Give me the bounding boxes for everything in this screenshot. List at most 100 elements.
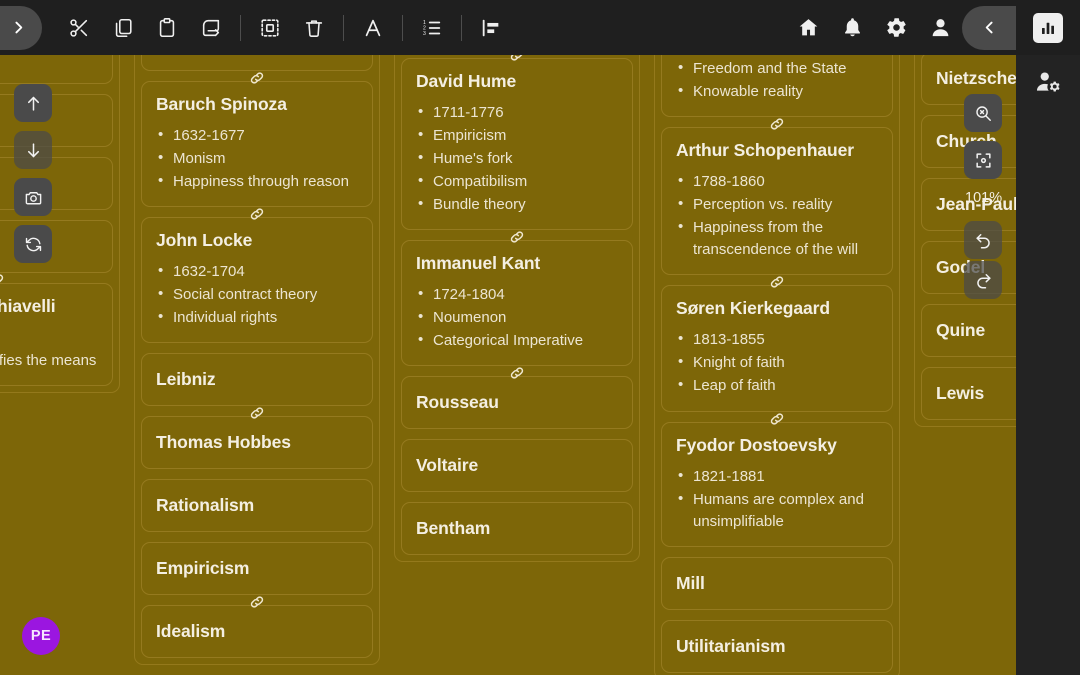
card[interactable]: Rousseau <box>401 376 633 429</box>
card-title: David Hume <box>416 71 618 92</box>
card[interactable]: Arthur Schopenhauer 1788-1860Perception v… <box>661 127 893 275</box>
card[interactable]: Lewis <box>921 367 1024 420</box>
card[interactable]: Utilitarianism <box>661 620 893 673</box>
link-icon[interactable] <box>248 593 266 611</box>
align-left-icon[interactable] <box>469 6 513 50</box>
card[interactable]: Søren Kierkegaard1813-1855Knight of fait… <box>661 285 893 411</box>
link-icon[interactable] <box>508 228 526 246</box>
card-title: Arthur Schopenhauer <box>676 140 878 161</box>
card-title: Voltaire <box>416 455 618 476</box>
card-bullet-item: Monism <box>156 148 358 170</box>
card-bullet-item: Empiricism <box>416 125 618 147</box>
card[interactable]: Niccolò Machiavelli1469-1527The end just… <box>0 283 113 386</box>
card-group[interactable]: Hegelian dialecticGeist: The Absolute Sp… <box>654 0 900 675</box>
board-canvas[interactable]: AquinasAnselmBoethiusAugustineNiccolò Ma… <box>0 0 1024 675</box>
app-root: AquinasAnselmBoethiusAugustineNiccolò Ma… <box>0 0 1080 675</box>
fit-to-screen-button[interactable] <box>964 141 1002 179</box>
link-icon[interactable] <box>768 410 786 428</box>
card[interactable]: Mill <box>661 557 893 610</box>
link-icon[interactable] <box>508 364 526 382</box>
card-bullet-list: 1788-1860Perception vs. realityHappiness… <box>676 171 878 261</box>
card-bullet-item: Noumenon <box>416 307 618 329</box>
card-bullet-list: 1821-1881Humans are complex and unsimpli… <box>676 466 878 533</box>
user-settings-icon <box>1035 69 1061 100</box>
card-bullet-item: Perception vs. reality <box>676 194 878 216</box>
select-all-icon[interactable] <box>248 6 292 50</box>
numbered-list-icon[interactable]: 123 <box>410 6 454 50</box>
card-title: Empiricism <box>156 558 358 579</box>
toolbar-format-group <box>351 6 395 50</box>
history-buttons <box>964 221 1002 299</box>
card-bullet-item: 1813-1855 <box>676 329 878 351</box>
card[interactable]: Thomas Hobbes <box>141 416 373 469</box>
card-title: Thomas Hobbes <box>156 432 358 453</box>
card[interactable]: Leibniz <box>141 353 373 406</box>
paste-icon[interactable] <box>145 6 189 50</box>
cut-icon[interactable] <box>57 6 101 50</box>
user-avatar[interactable]: PE <box>22 617 60 655</box>
toolbar-divider-3 <box>402 15 403 41</box>
text-format-icon[interactable] <box>351 6 395 50</box>
svg-text:3: 3 <box>423 31 426 37</box>
rail-item-analytics[interactable] <box>1016 0 1080 55</box>
undo-button[interactable] <box>964 221 1002 259</box>
link-icon[interactable] <box>248 205 266 223</box>
copy-icon[interactable] <box>101 6 145 50</box>
card[interactable]: Baruch Spinoza1632-1677MonismHappiness t… <box>141 81 373 207</box>
card[interactable]: John Locke1632-1704Social contract theor… <box>141 217 373 343</box>
delete-icon[interactable] <box>292 6 336 50</box>
link-icon[interactable] <box>768 273 786 291</box>
card[interactable]: Rationalism <box>141 479 373 532</box>
link-icon[interactable] <box>0 271 6 289</box>
card-bullet-item: Bundle theory <box>416 194 618 216</box>
move-down-button[interactable] <box>14 131 52 169</box>
analytics-icon <box>1033 13 1063 43</box>
card-bullet-item: 1724-1804 <box>416 284 618 306</box>
card-group[interactable]: SkepticismDualismBaruch Spinoza1632-1677… <box>134 0 380 665</box>
card-title: Utilitarianism <box>676 636 878 657</box>
card-group[interactable]: IdealismDavid Hume1711-1776EmpiricismHum… <box>394 0 640 562</box>
card-title: Niccolò Machiavelli <box>0 296 98 317</box>
card[interactable]: Empiricism <box>141 542 373 595</box>
card[interactable]: Voltaire <box>401 439 633 492</box>
card[interactable]: Immanuel Kant 1724-1804NoumenonCategorica… <box>401 240 633 366</box>
card-title: Nietzsche <box>936 68 1024 89</box>
card[interactable]: Idealism <box>141 605 373 658</box>
card[interactable]: David Hume1711-1776EmpiricismHume's fork… <box>401 58 633 230</box>
move-up-button[interactable] <box>14 84 52 122</box>
card-bullet-item: Freedom and the State <box>676 58 878 80</box>
card-title: Idealism <box>156 621 358 642</box>
collapse-panel-button[interactable] <box>962 6 1016 50</box>
card-bullet-item: Leap of faith <box>676 375 878 397</box>
expand-panel-button[interactable] <box>0 6 42 50</box>
card-title: Immanuel Kant <box>416 253 618 274</box>
card-bullet-list: 1724-1804NoumenonCategorical Imperative <box>416 284 618 352</box>
card-title: Mill <box>676 573 878 594</box>
notifications-icon[interactable] <box>830 6 874 50</box>
card-title: Rationalism <box>156 495 358 516</box>
card-bullet-item: Compatibilism <box>416 171 618 193</box>
card-bullet-item: 1632-1677 <box>156 125 358 147</box>
link-icon[interactable] <box>248 404 266 422</box>
redo-button[interactable] <box>964 261 1002 299</box>
gear-icon[interactable] <box>874 6 918 50</box>
floating-right-tools: 101% <box>964 94 1002 299</box>
card-bullet-item: Social contract theory <box>156 284 358 306</box>
card-bullet-item: Knowable reality <box>676 81 878 103</box>
card[interactable]: Quine <box>921 304 1024 357</box>
card[interactable]: Bentham <box>401 502 633 555</box>
rail-item-user-settings[interactable] <box>1016 55 1080 113</box>
toolbar-selection-group <box>248 6 336 50</box>
home-icon[interactable] <box>786 6 830 50</box>
zoom-out-button[interactable] <box>964 94 1002 132</box>
card[interactable]: Fyodor Dostoevsky1821-1881Humans are com… <box>661 422 893 547</box>
screenshot-button[interactable] <box>14 178 52 216</box>
card-bullet-item: Knight of faith <box>676 352 878 374</box>
link-icon[interactable] <box>248 69 266 87</box>
card-bullet-list: 1813-1855Knight of faithLeap of faith <box>676 329 878 397</box>
floating-left-tools <box>14 84 52 263</box>
account-icon[interactable] <box>918 6 962 50</box>
refresh-button[interactable] <box>14 225 52 263</box>
link-icon[interactable] <box>768 115 786 133</box>
duplicate-icon[interactable] <box>189 6 233 50</box>
